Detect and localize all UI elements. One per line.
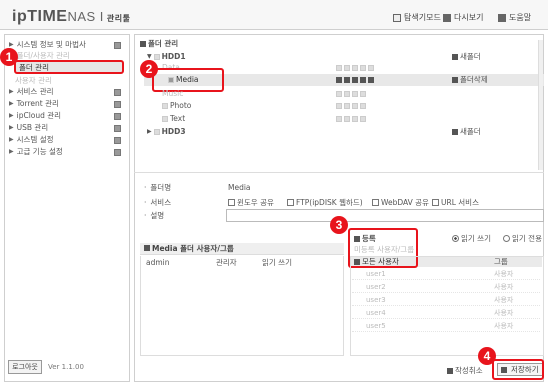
folder-item[interactable]: Text [162,113,185,124]
svc-url-checkbox[interactable]: URL 서비스 [432,197,479,208]
folder-name-label: · 폴더명 [144,183,172,192]
top-header: ipTIMENAS I 관리툴 탐색기모드 다시보기 도움말 [0,0,548,30]
highlight-save [492,359,544,380]
hdd3-node[interactable]: ▶ HDD3 [147,126,186,137]
step-badge-2: 2 [140,60,158,78]
add-folder-icon [452,53,458,60]
settings-icon [114,136,121,144]
sidebar: ▶시스템 정보 및 마법사 ▼폴더/사용자 관리 폴더 관리 사용자 관리 ▶서… [4,34,130,382]
explorer-mode-link[interactable]: 탐색기모드 [393,12,441,23]
usb-icon [114,124,121,132]
media-service-icons [336,74,376,85]
folder-icon [140,40,146,47]
folder-item[interactable]: Music [162,88,183,99]
folder-service-icons [336,88,368,99]
folder-users-list [140,256,344,356]
users-icon [144,245,150,251]
logout-button[interactable]: 로그아웃 [8,360,42,374]
cloud-icon [114,112,121,120]
divider [134,172,544,173]
service-label: · 서비스 [144,198,172,207]
unregistered-users-list [350,256,544,356]
sidebar-item-usb[interactable]: ▶ USB 관리 [9,122,125,134]
folder-users-header: Media 폴더 사용자/그룹 [140,243,344,255]
folder-name-value: Media [228,183,251,192]
folder-section-title: 폴더 관리 [140,38,178,49]
sidebar-item-service[interactable]: ▶ 서비스 관리 [9,86,125,98]
sidebar-item-system-settings[interactable]: ▶ 시스템 설정 [9,134,125,146]
sidebar-item-advanced[interactable]: ▶ 고급 기능 설정 [9,146,125,158]
sidebar-item-ipcloud[interactable]: ▶ ipCloud 관리 [9,110,125,122]
new-folder-hdd1-button[interactable]: 새폴더 [452,51,481,62]
add-folder-icon [452,128,458,135]
step-badge-1: 1 [0,48,18,66]
logo: ipTIMENAS I 관리툴 [12,8,131,25]
step-badge-3: 3 [330,216,348,234]
svc-windows-checkbox[interactable]: 윈도우 공유 [228,197,274,208]
new-folder-hdd3-button[interactable]: 새폴더 [452,126,481,137]
perm-readwrite-radio[interactable]: 읽기 쓰기 [452,233,491,244]
reload-link[interactable]: 다시보기 [443,12,483,23]
help-icon [498,13,506,22]
sidebar-item-torrent[interactable]: ▶ Torrent 관리 [9,98,125,110]
folder-item[interactable]: Photo [162,100,191,111]
system-icon [114,41,121,49]
service-icon [114,88,121,96]
delete-folder-icon [452,76,458,83]
advanced-icon [114,148,121,156]
step-badge-4: 4 [478,347,496,365]
explorer-icon [393,13,401,22]
disk-icon [153,128,160,135]
svc-ftp-checkbox[interactable]: FTP(ipDISK 웹하드) [287,197,363,208]
perm-readonly-radio[interactable]: 읽기 전용 [503,233,542,244]
folder-icon [162,115,168,122]
cancel-button[interactable]: 작성취소 [447,365,483,376]
sidebar-item-folder-manage[interactable]: 폴더 관리 [14,60,124,74]
tree-scrollbar[interactable] [538,40,543,170]
cancel-icon [447,367,453,374]
delete-folder-button[interactable]: 폴더삭제 [452,74,488,85]
folder-service-icons [336,100,368,111]
help-link[interactable]: 도움말 [498,12,531,23]
folder-service-icons [336,113,368,124]
reload-icon [443,13,451,22]
version-label: Ver 1.1.00 [48,363,84,371]
description-label: · 설명 [144,211,165,220]
torrent-icon [114,100,121,108]
disk-icon [153,53,160,60]
folder-service-icons [336,62,376,73]
folder-icon [162,102,168,109]
description-input[interactable] [226,209,544,222]
svc-webdav-checkbox[interactable]: WebDAV 공유 [372,197,429,208]
